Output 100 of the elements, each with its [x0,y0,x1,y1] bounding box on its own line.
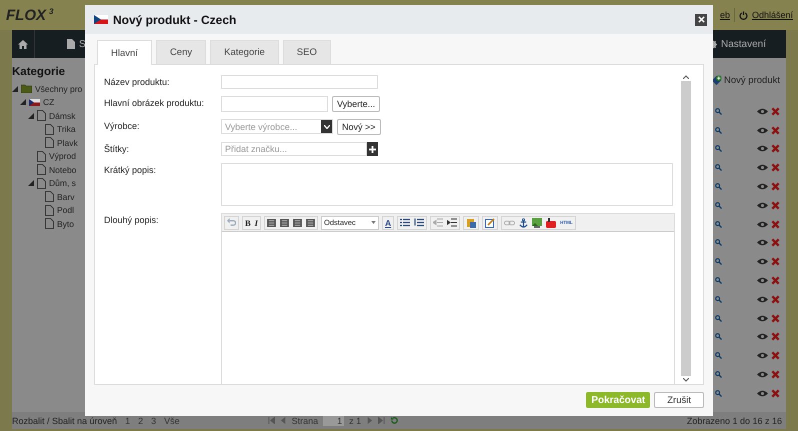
scroll-down-icon[interactable] [683,378,689,382]
image-icon[interactable] [532,218,542,228]
search-icon[interactable] [715,220,722,228]
add-tag-button[interactable] [367,142,378,156]
search-icon[interactable] [715,296,722,303]
tree-item[interactable]: CZ [43,97,54,108]
browse-button[interactable]: Vyberte... [332,96,380,112]
search-icon[interactable] [715,333,722,340]
search-icon[interactable] [715,164,722,172]
eye-icon[interactable] [757,202,768,209]
eye-icon[interactable] [757,352,768,360]
delete-icon[interactable] [771,126,780,135]
level-link[interactable]: 2 [138,416,144,426]
eye-icon[interactable] [757,164,768,172]
cancel-button[interactable]: Zrušit [654,392,704,408]
numbered-list-icon[interactable] [414,218,424,227]
tree-item[interactable]: Výprod [49,151,76,162]
italic-button[interactable]: I [254,218,258,228]
eye-icon[interactable] [757,145,768,152]
delete-icon[interactable] [771,276,780,286]
expanded-arrow-icon[interactable] [20,99,26,106]
delete-icon[interactable] [771,144,780,154]
level-link[interactable]: 1 [125,416,130,426]
scroll-up-icon[interactable] [683,75,689,79]
search-icon[interactable] [715,108,722,115]
eye-icon[interactable] [757,390,768,397]
edit-icon[interactable] [485,218,496,228]
first-page-icon[interactable] [268,417,275,424]
level-link[interactable]: Vše [164,416,180,426]
tree-item[interactable]: Dům, s [49,178,76,188]
close-button[interactable] [695,14,707,26]
delete-icon[interactable] [771,257,780,266]
tab[interactable]: Ceny [156,40,206,64]
tag-input-field[interactable]: Přidat značku... [221,142,367,156]
eye-icon[interactable] [757,239,768,246]
tree-item[interactable]: Trika [57,124,76,134]
expanded-arrow-icon[interactable] [28,112,34,119]
tree-item[interactable]: Plavk [57,138,78,148]
align-left-icon[interactable] [266,218,276,226]
search-icon[interactable] [715,202,722,209]
level-link[interactable]: 3 [151,416,156,426]
last-page-icon[interactable] [378,417,386,424]
paste-icon[interactable] [466,218,476,228]
eye-icon[interactable] [757,108,768,115]
indent-icon[interactable] [447,218,458,227]
search-icon[interactable] [715,183,722,190]
link-icon[interactable] [504,220,516,226]
outdent-icon[interactable] [433,218,444,227]
video-icon[interactable] [546,218,556,228]
delete-icon[interactable] [771,220,780,229]
tab[interactable]: Hlavní [97,40,152,65]
eye-icon[interactable] [757,258,768,266]
expanded-arrow-icon[interactable] [28,180,34,186]
delete-icon[interactable] [771,332,780,342]
align-center-icon[interactable] [280,218,289,226]
eye-icon[interactable] [757,220,768,228]
search-icon[interactable] [715,145,722,152]
search-icon[interactable] [715,239,722,246]
search-icon[interactable] [715,371,722,378]
input-field[interactable] [221,96,328,112]
input-field[interactable] [221,75,378,89]
undo-icon[interactable] [227,218,236,227]
delete-icon[interactable] [771,370,780,380]
eye-icon[interactable] [757,183,768,190]
align-right-icon[interactable] [292,218,302,226]
header-link[interactable]: eb [720,10,730,20]
tree-item[interactable]: Všechny pro [35,84,82,94]
delete-icon[interactable] [771,238,780,248]
search-icon[interactable] [715,352,722,360]
page-input[interactable]: 1 [323,416,344,426]
tree-item[interactable]: Byto [57,218,74,229]
search-icon[interactable] [715,314,722,322]
delete-icon[interactable] [771,388,780,398]
refresh-icon[interactable] [390,416,400,425]
search-icon[interactable] [715,126,722,134]
eye-icon[interactable] [757,333,768,340]
tab[interactable]: Kategorie [210,40,279,64]
nav-item[interactable]: S [67,38,86,50]
bullet-list-icon[interactable] [400,218,410,227]
eye-icon[interactable] [757,371,768,378]
eye-icon[interactable] [757,126,768,134]
search-icon[interactable] [715,277,722,284]
delete-icon[interactable] [771,314,780,323]
eye-icon[interactable] [757,314,768,322]
delete-icon[interactable] [771,106,780,116]
delete-icon[interactable] [771,294,780,304]
eye-icon[interactable] [757,296,768,303]
delete-icon[interactable] [771,200,780,210]
tab[interactable]: SEO [282,40,331,64]
bold-button[interactable]: B [245,218,251,228]
delete-icon[interactable] [771,163,780,172]
dropdown[interactable]: Vyberte výrobce... [221,119,333,134]
search-icon[interactable] [715,258,722,266]
tree-item[interactable]: Podl [57,205,74,216]
delete-icon[interactable] [771,351,780,360]
anchor-icon[interactable] [519,218,528,228]
logout-link[interactable]: Odhlášení [738,10,793,20]
expanded-arrow-icon[interactable] [12,86,18,92]
tree-item[interactable]: Barv [57,192,74,202]
eye-icon[interactable] [757,277,768,284]
